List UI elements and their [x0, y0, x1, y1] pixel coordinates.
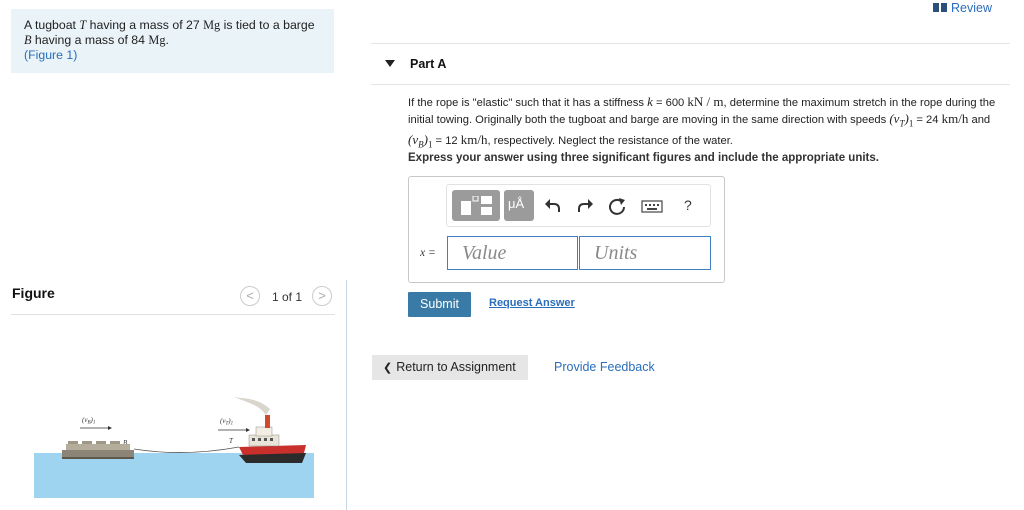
part-divider: [371, 84, 1010, 85]
header-divider: [371, 43, 1010, 44]
units-input[interactable]: Units: [579, 236, 711, 270]
part-title: Part A: [410, 57, 447, 71]
review-link[interactable]: Review: [933, 1, 992, 15]
undo-icon[interactable]: [544, 197, 562, 215]
help-button[interactable]: ?: [684, 197, 692, 213]
return-to-assignment-button[interactable]: ❮ Return to Assignment: [372, 355, 528, 380]
problem-text: having a mass of 84: [31, 33, 149, 47]
review-label: Review: [951, 1, 992, 15]
variable-label: x =: [420, 247, 436, 259]
previous-figure-button[interactable]: <: [240, 286, 260, 306]
figure-link[interactable]: (Figure 1): [24, 48, 77, 62]
tow-rope: [133, 446, 240, 453]
barge-velocity-label: (vB)1: [82, 416, 95, 426]
keyboard-icon[interactable]: [641, 197, 663, 215]
math-toolbar: μÅ ?: [446, 184, 711, 227]
submit-button[interactable]: Submit: [408, 292, 471, 317]
templates-icon: [461, 196, 492, 215]
mass-unit: Mg: [148, 33, 166, 47]
problem-text: having a mass of 27: [86, 18, 204, 32]
tug-speed-symbol: (vT)1: [889, 111, 914, 129]
figure-header: Figure < 1 of 1 >: [11, 282, 335, 315]
figure-title: Figure: [12, 285, 55, 301]
return-label: Return to Assignment: [396, 360, 516, 374]
tugboat-barge-figure: (vB)1 (vT)1 B T: [34, 397, 314, 498]
figure-pager-text: 1 of 1: [272, 290, 303, 304]
problem-text: is tied to a barge: [220, 18, 315, 32]
next-figure-button[interactable]: >: [312, 286, 332, 306]
units-button[interactable]: μÅ: [504, 190, 534, 221]
problem-text: A tugboat: [24, 18, 80, 32]
templates-button[interactable]: [452, 190, 500, 221]
stiffness-unit: kN / m: [687, 94, 724, 109]
chevron-left-icon: ❮: [383, 362, 393, 374]
barge-speed-symbol: (vB)1: [408, 131, 433, 150]
tug-label: T: [229, 437, 234, 445]
collapse-caret-icon[interactable]: [385, 60, 395, 67]
book-icon: [933, 3, 947, 12]
value-input[interactable]: Value: [447, 236, 578, 270]
question-text: If the rope is "elastic" such that it ha…: [408, 94, 996, 150]
provide-feedback-link[interactable]: Provide Feedback: [554, 360, 655, 374]
tug-velocity-label: (vT)1: [220, 417, 233, 427]
redo-icon[interactable]: [576, 197, 594, 215]
answer-box: μÅ ? x = Value Units: [408, 176, 725, 283]
mass-unit: Mg: [203, 18, 221, 32]
panel-divider: [346, 280, 347, 510]
speed-unit: km/h: [941, 111, 969, 126]
mu-angstrom-label: μÅ: [508, 196, 525, 211]
problem-statement: A tugboat T having a mass of 27 Mg is ti…: [11, 9, 334, 73]
barge-variable: B: [24, 33, 32, 47]
answer-instruction: Express your answer using three signific…: [408, 152, 879, 164]
speed-unit: km/h: [460, 131, 488, 147]
reset-icon[interactable]: [608, 197, 626, 215]
problem-text: .: [165, 33, 169, 47]
request-answer-link[interactable]: Request Answer: [489, 297, 575, 309]
